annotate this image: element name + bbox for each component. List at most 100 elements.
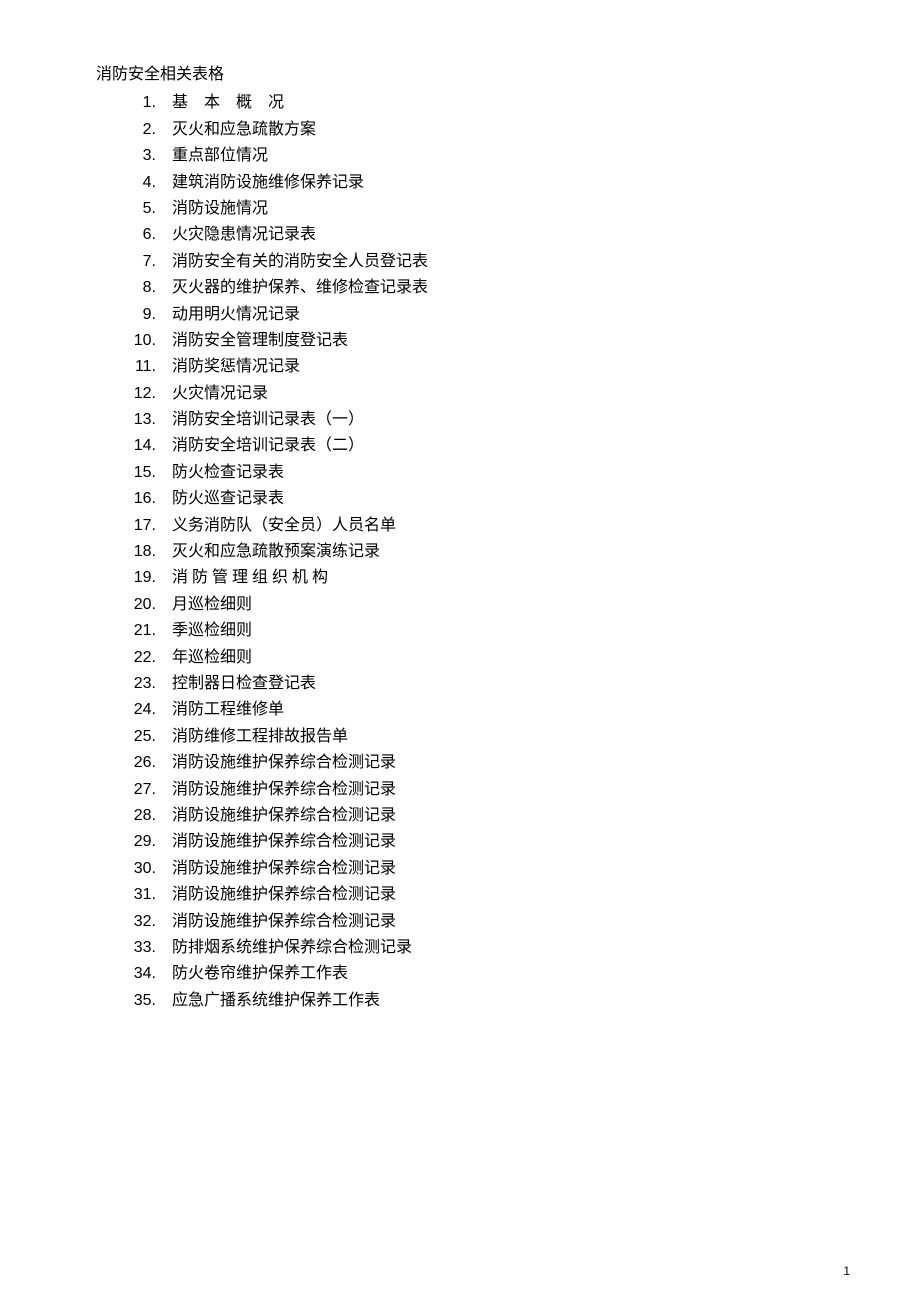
list-item-text: 消防安全培训记录表（二） xyxy=(172,433,824,459)
list-item-number: 2. xyxy=(132,117,172,143)
list-item: 5.消防设施情况 xyxy=(132,196,824,222)
list-item-text: 年巡检细则 xyxy=(172,645,824,671)
list-item: 20.月巡检细则 xyxy=(132,592,824,618)
list-item: 23.控制器日检查登记表 xyxy=(132,671,824,697)
list-item-number: 7. xyxy=(132,249,172,275)
list-item: 18.灭火和应急疏散预案演练记录 xyxy=(132,539,824,565)
list-item-number: 28. xyxy=(132,803,172,829)
list-item-text: 火灾隐患情况记录表 xyxy=(172,222,824,248)
list-item: 35.应急广播系统维护保养工作表 xyxy=(132,988,824,1014)
list-item: 30.消防设施维护保养综合检测记录 xyxy=(132,856,824,882)
list-item-text: 防火巡查记录表 xyxy=(172,486,824,512)
list-item-number: 11. xyxy=(132,354,172,380)
list-item-text: 灭火和应急疏散预案演练记录 xyxy=(172,539,824,565)
list-item: 3.重点部位情况 xyxy=(132,143,824,169)
list-item-number: 29. xyxy=(132,829,172,855)
list-item-number: 34. xyxy=(132,961,172,987)
list-item-number: 19. xyxy=(132,565,172,591)
list-item-number: 17. xyxy=(132,513,172,539)
list-item-text: 消防安全培训记录表（一） xyxy=(172,407,824,433)
list-item: 11.消防奖惩情况记录 xyxy=(132,354,824,380)
list-item: 31.消防设施维护保养综合检测记录 xyxy=(132,882,824,908)
list-item-number: 32. xyxy=(132,909,172,935)
list-item-text: 灭火和应急疏散方案 xyxy=(172,117,824,143)
list-item-number: 24. xyxy=(132,697,172,723)
list-item-text: 义务消防队（安全员）人员名单 xyxy=(172,513,824,539)
list-item-text: 消防设施维护保养综合检测记录 xyxy=(172,909,824,935)
list-item-number: 33. xyxy=(132,935,172,961)
list-item-number: 12. xyxy=(132,381,172,407)
list-item-text: 消防设施维护保养综合检测记录 xyxy=(172,829,824,855)
list-item: 9.动用明火情况记录 xyxy=(132,302,824,328)
list-item: 14.消防安全培训记录表（二） xyxy=(132,433,824,459)
page-number: 1 xyxy=(843,1262,850,1282)
list-item-text: 动用明火情况记录 xyxy=(172,302,824,328)
list-item-number: 3. xyxy=(132,143,172,169)
list-item-number: 6. xyxy=(132,222,172,248)
list-item: 21.季巡检细则 xyxy=(132,618,824,644)
list-item: 33.防排烟系统维护保养综合检测记录 xyxy=(132,935,824,961)
list-item: 7.消防安全有关的消防安全人员登记表 xyxy=(132,249,824,275)
list-item: 13.消防安全培训记录表（一） xyxy=(132,407,824,433)
list-item-number: 20. xyxy=(132,592,172,618)
list-item-number: 26. xyxy=(132,750,172,776)
list-item-number: 1. xyxy=(132,90,172,116)
list-item: 8.灭火器的维护保养、维修检查记录表 xyxy=(132,275,824,301)
list-item: 28.消防设施维护保养综合检测记录 xyxy=(132,803,824,829)
list-item: 26.消防设施维护保养综合检测记录 xyxy=(132,750,824,776)
list-item: 10.消防安全管理制度登记表 xyxy=(132,328,824,354)
list-item-text: 月巡检细则 xyxy=(172,592,824,618)
document-page: 消防安全相关表格 1.基 本 概 况2.灭火和应急疏散方案3.重点部位情况4.建… xyxy=(0,0,920,1014)
list-item-number: 14. xyxy=(132,433,172,459)
list-item: 12.火灾情况记录 xyxy=(132,381,824,407)
list-item-number: 10. xyxy=(132,328,172,354)
list-item-number: 9. xyxy=(132,302,172,328)
list-item-number: 4. xyxy=(132,170,172,196)
list-item-text: 重点部位情况 xyxy=(172,143,824,169)
list-item: 32.消防设施维护保养综合检测记录 xyxy=(132,909,824,935)
list-item: 1.基 本 概 况 xyxy=(132,90,824,116)
list-item-number: 22. xyxy=(132,645,172,671)
list-item: 2.灭火和应急疏散方案 xyxy=(132,117,824,143)
list-item-text: 消防设施维护保养综合检测记录 xyxy=(172,856,824,882)
list-item-number: 21. xyxy=(132,618,172,644)
list-item: 19.消 防 管 理 组 织 机 构 xyxy=(132,565,824,591)
list-item: 27.消防设施维护保养综合检测记录 xyxy=(132,777,824,803)
list-item-text: 防火检查记录表 xyxy=(172,460,824,486)
list-item-number: 30. xyxy=(132,856,172,882)
list-item: 6.火灾隐患情况记录表 xyxy=(132,222,824,248)
list-item-text: 消防设施维护保养综合检测记录 xyxy=(172,777,824,803)
document-title: 消防安全相关表格 xyxy=(96,62,824,88)
list-item-number: 23. xyxy=(132,671,172,697)
list-item: 17.义务消防队（安全员）人员名单 xyxy=(132,513,824,539)
list-item-number: 5. xyxy=(132,196,172,222)
list-item-number: 25. xyxy=(132,724,172,750)
list-item: 24.消防工程维修单 xyxy=(132,697,824,723)
list-item-text: 消防奖惩情况记录 xyxy=(172,354,824,380)
list-item-text: 建筑消防设施维修保养记录 xyxy=(172,170,824,196)
list-item-text: 消防维修工程排故报告单 xyxy=(172,724,824,750)
list-item-number: 18. xyxy=(132,539,172,565)
list-item: 34.防火卷帘维护保养工作表 xyxy=(132,961,824,987)
list-item-number: 16. xyxy=(132,486,172,512)
list-item: 25.消防维修工程排故报告单 xyxy=(132,724,824,750)
list-item-number: 27. xyxy=(132,777,172,803)
list-item-text: 消防安全有关的消防安全人员登记表 xyxy=(172,249,824,275)
list-item-text: 消 防 管 理 组 织 机 构 xyxy=(172,565,824,591)
list-item-text: 防排烟系统维护保养综合检测记录 xyxy=(172,935,824,961)
list-item-text: 消防工程维修单 xyxy=(172,697,824,723)
list-item: 29.消防设施维护保养综合检测记录 xyxy=(132,829,824,855)
list-item-text: 消防设施维护保养综合检测记录 xyxy=(172,750,824,776)
list-item-text: 控制器日检查登记表 xyxy=(172,671,824,697)
list-item-text: 消防设施维护保养综合检测记录 xyxy=(172,803,824,829)
list-item: 16.防火巡查记录表 xyxy=(132,486,824,512)
list-item-number: 15. xyxy=(132,460,172,486)
list-item: 22.年巡检细则 xyxy=(132,645,824,671)
list-item-text: 消防安全管理制度登记表 xyxy=(172,328,824,354)
list-item-number: 31. xyxy=(132,882,172,908)
table-of-contents-list: 1.基 本 概 况2.灭火和应急疏散方案3.重点部位情况4.建筑消防设施维修保养… xyxy=(96,90,824,1014)
list-item-number: 8. xyxy=(132,275,172,301)
list-item-number: 35. xyxy=(132,988,172,1014)
list-item-number: 13. xyxy=(132,407,172,433)
list-item: 15.防火检查记录表 xyxy=(132,460,824,486)
